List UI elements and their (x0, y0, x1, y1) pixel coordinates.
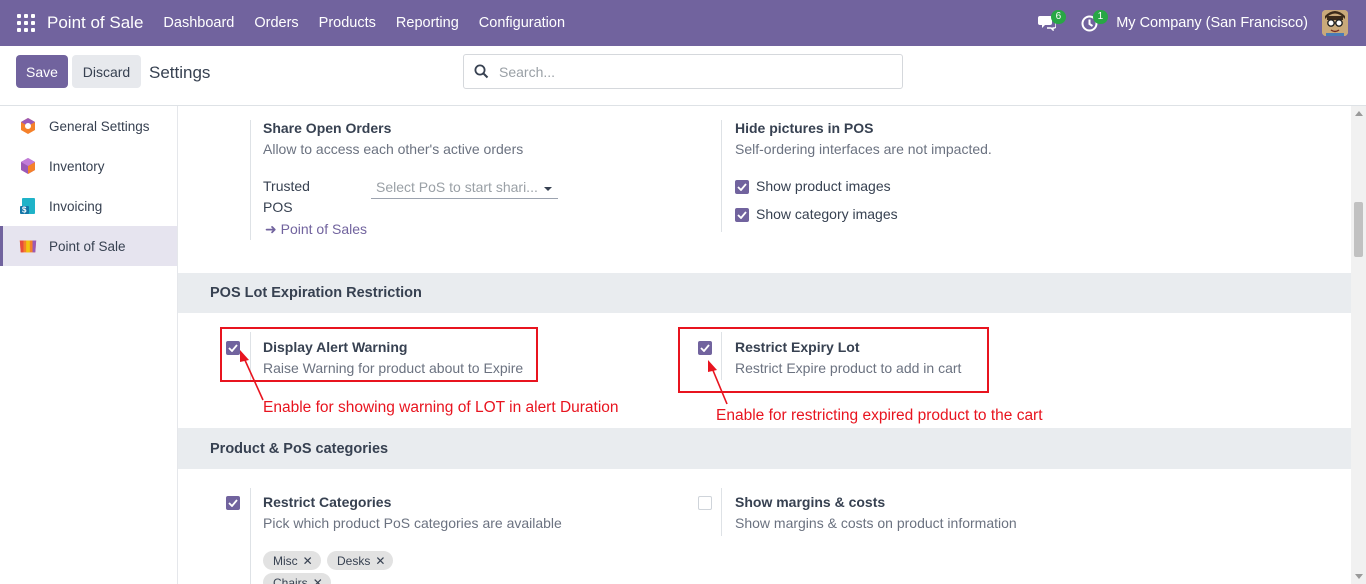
company-switcher[interactable]: My Company (San Francisco) (1116, 15, 1308, 31)
sidebar-item-general-settings[interactable]: General Settings (0, 106, 177, 146)
apps-menu-icon[interactable] (17, 14, 35, 32)
svg-text:$: $ (22, 206, 27, 215)
scroll-up-icon[interactable] (1355, 111, 1363, 116)
activities-button[interactable]: 1 (1074, 8, 1109, 38)
save-button[interactable]: Save (16, 55, 68, 88)
menu-orders[interactable]: Orders (244, 15, 308, 31)
search-input[interactable] (499, 63, 879, 80)
categories-section-header: Product & PoS categories (178, 428, 1351, 469)
top-navbar: Point of Sale Dashboard Orders Products … (0, 0, 1366, 46)
show-margins-costs-desc: Show margins & costs on product informat… (735, 515, 1017, 531)
menu-reporting[interactable]: Reporting (386, 15, 469, 31)
sidebar-item-inventory[interactable]: Inventory (0, 146, 177, 186)
sidebar-item-label: Invoicing (49, 198, 103, 214)
category-tag[interactable]: Chairs ✕ (263, 573, 331, 584)
discard-button[interactable]: Discard (72, 55, 141, 88)
menu-configuration[interactable]: Configuration (469, 15, 575, 31)
messages-badge: 6 (1050, 10, 1067, 24)
inventory-icon (18, 156, 38, 176)
divider (250, 488, 251, 584)
restrict-categories-desc: Pick which product PoS categories are av… (263, 515, 562, 531)
page-title: Settings (149, 63, 211, 82)
category-tag-label: Desks (337, 553, 371, 568)
check-icon (228, 499, 238, 507)
user-avatar[interactable] (1322, 10, 1348, 36)
control-panel: Save Discard Settings (0, 46, 1366, 106)
sidebar-item-point-of-sale[interactable]: Point of Sale (0, 226, 177, 266)
menu-products[interactable]: Products (309, 15, 386, 31)
divider (721, 488, 722, 536)
general-settings-icon (18, 116, 38, 136)
annotation-right-text: Enable for restricting expired product t… (716, 407, 1043, 424)
settings-content: Share Open Orders Allow to access each o… (178, 106, 1351, 584)
search-icon (474, 64, 489, 79)
sidebar-item-label: Inventory (49, 158, 105, 174)
remove-tag-icon[interactable]: ✕ (375, 554, 385, 568)
remove-tag-icon[interactable]: ✕ (313, 576, 323, 584)
category-tag-label: Misc (273, 553, 298, 568)
search-bar[interactable] (463, 54, 903, 89)
sidebar-item-label: Point of Sale (49, 238, 126, 254)
sidebar-item-label: General Settings (49, 118, 150, 134)
point-of-sale-icon (18, 236, 38, 256)
annotation-arrows (240, 350, 728, 405)
scrollbar-thumb[interactable] (1354, 202, 1363, 257)
activities-badge: 1 (1092, 10, 1109, 24)
scrollbar[interactable] (1351, 106, 1366, 584)
restrict-categories-checkbox[interactable] (226, 496, 240, 510)
sidebar-item-invoicing[interactable]: $ Invoicing (0, 186, 177, 226)
invoicing-icon: $ (18, 196, 38, 216)
category-tag-label: Chairs (273, 575, 308, 584)
scroll-down-icon[interactable] (1355, 574, 1363, 579)
category-tag[interactable]: Desks ✕ (327, 551, 394, 570)
menu-dashboard[interactable]: Dashboard (153, 15, 244, 31)
show-margins-costs-checkbox[interactable] (698, 496, 712, 510)
annotation-left-text: Enable for showing warning of LOT in ale… (263, 399, 619, 416)
show-margins-costs-title: Show margins & costs (735, 494, 886, 510)
settings-sidebar: General Settings Inventory $ Invoicing P… (0, 106, 178, 584)
category-tag[interactable]: Misc ✕ (263, 551, 321, 570)
restrict-categories-title: Restrict Categories (263, 494, 392, 510)
app-name[interactable]: Point of Sale (47, 13, 143, 33)
messages-button[interactable]: 6 (1032, 8, 1067, 38)
remove-tag-icon[interactable]: ✕ (303, 554, 313, 568)
